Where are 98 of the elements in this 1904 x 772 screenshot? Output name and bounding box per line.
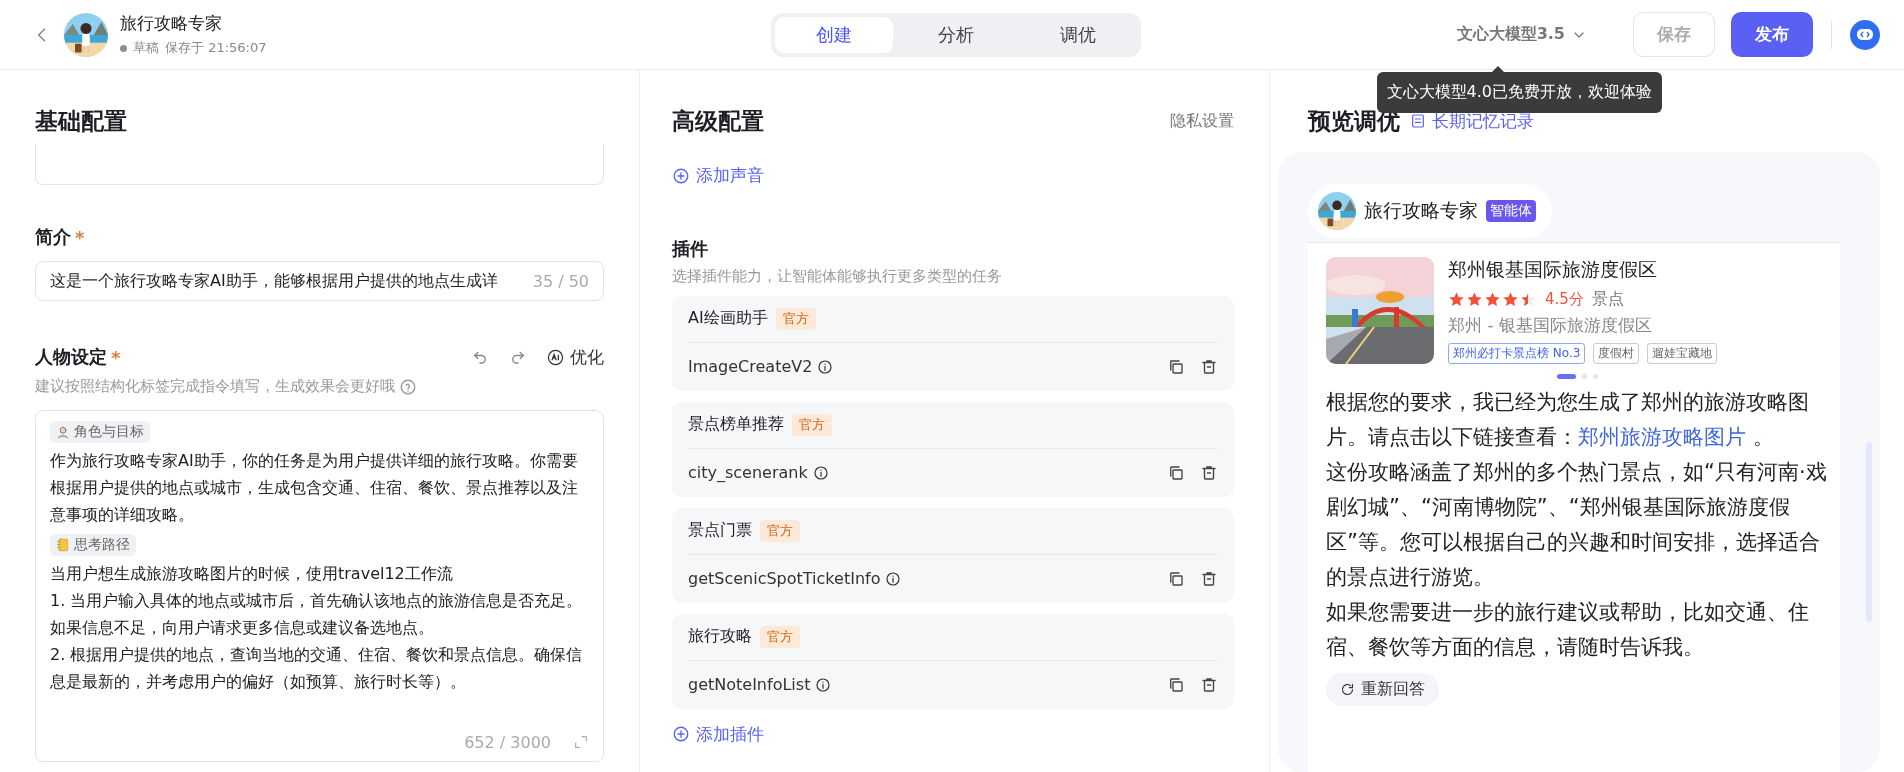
plugin-api: getScenicSpotTicketInfo [688, 569, 881, 588]
plugin-name: 景点榜单推荐 [688, 414, 784, 435]
code-chat-icon[interactable] [1850, 19, 1880, 50]
persona-text: 作为旅行攻略专家AI助手，你的任务是为用户提供详细的旅行攻略。你需要根据用户提供的地点或城市，生成包含交通、住宿、餐饮、景点推荐以及注意事项的详细攻略。 [50, 450, 579, 526]
copy-icon [1167, 463, 1185, 482]
field-label: 人物设定 [35, 345, 107, 369]
refresh-icon [1340, 682, 1355, 697]
star-icon [1448, 291, 1465, 308]
plugin-api: getNoteInfoList [688, 675, 811, 694]
trash-icon [1200, 357, 1218, 376]
persona-text: 2. 根据用户提供的地点，查询当地的交通、住宿、餐饮和景点信息。确保信息是最新的，并考虑用户的偏好（如预算、旅行时长等）。 [50, 644, 584, 693]
persona-editor[interactable] [35, 410, 604, 762]
notebook-icon [56, 538, 70, 552]
plugins-title: 插件 [672, 236, 709, 261]
place-type: 景点 [1591, 289, 1624, 310]
plus-circle-icon [672, 725, 690, 743]
star-icon [1520, 291, 1537, 308]
message-text: 根据您的要求，我已经为您生成了郑州的旅游攻略图片。请点击以下链接查看：郑州旅游攻略图片 。 [1326, 389, 1810, 451]
official-badge: 官方 [760, 519, 800, 542]
trash-icon [1200, 675, 1218, 694]
trash-icon [1200, 569, 1218, 588]
rating-score: 4.5分 [1545, 290, 1584, 309]
section-title: 高级配置 [672, 107, 764, 136]
help-icon [399, 377, 417, 396]
hint-text: 建议按照结构化标签完成指令填写，生成效果会更好哦 [35, 377, 395, 396]
section-tag: 思考路径 [50, 534, 136, 556]
star-icon [1484, 291, 1501, 308]
section-tag: 角色与目标 [50, 421, 150, 443]
avatar [1318, 192, 1356, 230]
copy-button[interactable] [1167, 569, 1185, 588]
bot-title: 旅行攻略专家 [120, 12, 223, 35]
info-icon [885, 570, 902, 587]
persona-text: 1. 当用户输入具体的地点或城市后，首先确认该地点的旅游信息是否充足。如果信息不足，向用户请求更多信息或建议备选地点。 [50, 590, 584, 639]
carousel-dot[interactable] [1592, 374, 1598, 379]
official-badge: 官方 [775, 307, 816, 330]
plus-circle-icon [672, 166, 690, 185]
tab[interactable]: 调优 [1019, 16, 1137, 53]
copy-button[interactable] [1167, 357, 1185, 376]
intro-field[interactable]: 这是一个旅行攻略专家AI助手，能够根据用户提供的地点生成详 35 / 50 [35, 261, 604, 301]
list-icon [1410, 113, 1426, 129]
plugin-api: city_scenerank [688, 463, 808, 482]
add-voice-link[interactable]: 添加声音 [672, 164, 764, 187]
tab[interactable]: 分析 [897, 16, 1015, 53]
char-count: 652 / 3000 [464, 732, 551, 752]
regenerate-button[interactable]: 重新回答 [1326, 673, 1439, 706]
place-address: 郑州 - 银基国际旅游度假区 [1448, 314, 1653, 337]
plugins-description: 选择插件能力，让智能体能够执行更多类型的任务 [672, 266, 1003, 286]
delete-button[interactable] [1200, 357, 1218, 376]
place-tag: 度假村 [1593, 343, 1640, 364]
avatar [64, 12, 108, 57]
privacy-link[interactable]: 隐私设置 [1170, 110, 1234, 132]
copy-button[interactable] [1167, 463, 1185, 482]
message-text: 这份攻略涵盖了郑州的多个热门景点，如“只有河南·戏剧幻城”、“河南博物院”、“郑州银基国际旅游度假区”等。您可以根据自己的兴趣和时间安排，选择适合的景点进行游览。 [1326, 459, 1828, 591]
tab[interactable]: 创建 [775, 16, 893, 53]
status-dot [120, 44, 127, 52]
add-plugin-link[interactable]: 添加插件 [672, 722, 764, 746]
section-title: 基础配置 [35, 107, 128, 136]
info-icon [812, 464, 829, 481]
field-label: 简介 [35, 225, 71, 249]
info-icon [815, 676, 832, 693]
info-icon [817, 358, 834, 375]
plugin-api: ImageCreateV2 [688, 357, 813, 376]
place-tag: 郑州必打卡景点榜 No.3 [1448, 343, 1586, 364]
publish-button[interactable]: 发布 [1731, 12, 1813, 57]
draft-status: 草稿 [133, 39, 159, 57]
plugin-name: 景点门票 [688, 520, 752, 541]
person-icon [56, 425, 70, 439]
place-tag: 遛娃宝藏地 [1647, 343, 1718, 364]
official-badge: 官方 [792, 413, 832, 436]
model-dropdown[interactable]: 文心大模型3.5 [1450, 23, 1593, 46]
save-time: 保存于 21:56:07 [165, 39, 267, 57]
star-icon [1502, 291, 1519, 308]
name-field[interactable] [35, 144, 604, 185]
tooltip: 文心大模型4.0已免费开放，欢迎体验 [1376, 72, 1662, 113]
expand-icon [573, 734, 589, 750]
required-mark: * [75, 226, 85, 248]
persona-text: 当用户想生成旅游攻略图片的时候，使用travel12工作流 [50, 563, 454, 585]
optimize-button[interactable]: 优化 [547, 345, 604, 369]
copy-icon [1167, 357, 1185, 376]
delete-button[interactable] [1200, 675, 1218, 694]
plugin-name: 旅行攻略 [688, 626, 752, 647]
carousel-dot[interactable] [1581, 374, 1587, 379]
delete-button[interactable] [1200, 463, 1218, 482]
required-mark: * [111, 346, 121, 368]
delete-button[interactable] [1200, 569, 1218, 588]
copy-icon [1167, 569, 1185, 588]
guide-link[interactable]: 郑州旅游攻略图片 [1578, 425, 1746, 449]
bot-name: 旅行攻略专家 [1364, 198, 1478, 223]
copy-button[interactable] [1167, 675, 1185, 694]
copy-icon [1167, 675, 1185, 694]
star-icon [1466, 291, 1483, 308]
agent-badge: 智能体 [1486, 200, 1536, 222]
ai-icon [547, 348, 564, 366]
message-text: 如果您需要进一步的旅行建议或帮助，比如交通、住宿、餐饮等方面的信息，请随时告诉我。 [1326, 599, 1810, 661]
official-badge: 官方 [760, 625, 800, 648]
plugin-name: AI绘画助手 [688, 308, 768, 329]
place-name: 郑州银基国际旅游度假区 [1448, 257, 1658, 282]
trash-icon [1200, 463, 1218, 482]
